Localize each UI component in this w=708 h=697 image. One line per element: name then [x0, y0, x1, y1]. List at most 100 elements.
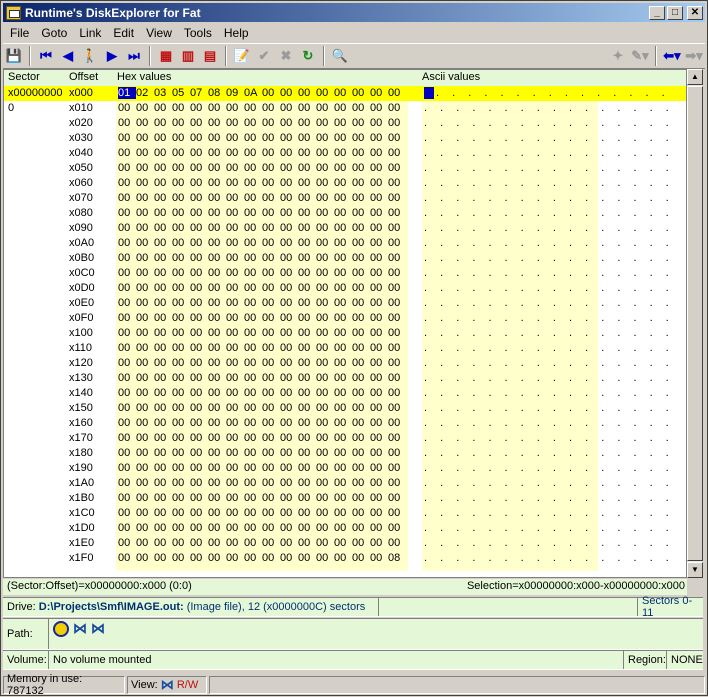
hex-byte[interactable]: 00 [154, 312, 172, 324]
hex-byte[interactable]: 00 [208, 387, 226, 399]
hex-byte[interactable]: 00 [208, 177, 226, 189]
ascii-values[interactable]: . . . . . . . . . . . . . . . . [424, 402, 674, 414]
ascii-values[interactable]: . . . . . . . . . . . . . . . . [424, 237, 674, 249]
hex-byte[interactable]: 00 [316, 522, 334, 534]
hex-byte[interactable]: 00 [208, 402, 226, 414]
hex-byte[interactable]: 00 [388, 312, 406, 324]
hex-byte[interactable]: 00 [298, 432, 316, 444]
hex-byte[interactable]: 00 [172, 402, 190, 414]
hex-byte[interactable]: 00 [316, 132, 334, 144]
hex-byte[interactable]: 00 [298, 552, 316, 564]
hex-byte[interactable]: 00 [154, 357, 172, 369]
hex-row[interactable]: x0A0 00 00 00 00 00 00 00 00 00 00 00 00 00 00 00 00. . … [4, 236, 686, 251]
hex-byte[interactable]: 00 [118, 372, 136, 384]
hex-byte[interactable]: 00 [316, 387, 334, 399]
hex-byte[interactable]: 00 [352, 402, 370, 414]
hex-byte[interactable]: 00 [154, 417, 172, 429]
ascii-values[interactable]: . . . . . . . . . . . . . . . . [424, 537, 674, 549]
hex-byte[interactable]: 00 [280, 327, 298, 339]
hex-byte[interactable]: 00 [154, 297, 172, 309]
ascii-values[interactable]: . . . . . . . . . . . . . . . . [424, 327, 674, 339]
hex-row[interactable]: x170 00 00 00 00 00 00 00 00 00 00 00 00 00 00 00 00. . … [4, 431, 686, 446]
hex-byte[interactable]: 00 [118, 507, 136, 519]
hex-byte[interactable]: 00 [352, 327, 370, 339]
hex-byte[interactable]: 00 [298, 537, 316, 549]
menu-help[interactable]: Help [219, 26, 254, 40]
hex-byte[interactable]: 00 [334, 252, 352, 264]
hex-byte[interactable]: 00 [154, 147, 172, 159]
menu-goto[interactable]: Goto [36, 26, 72, 40]
hex-byte[interactable]: 00 [370, 327, 388, 339]
hex-byte[interactable]: 00 [172, 132, 190, 144]
hex-byte[interactable]: 00 [280, 492, 298, 504]
ascii-values[interactable]: . . . . . . . . . . . . . . . . [424, 357, 674, 369]
hex-byte[interactable]: 00 [226, 147, 244, 159]
hex-byte[interactable]: 00 [280, 117, 298, 129]
hex-byte[interactable]: 00 [262, 162, 280, 174]
hex-byte[interactable]: 00 [370, 162, 388, 174]
hex-byte[interactable]: 00 [190, 447, 208, 459]
accept-icon[interactable]: ✔ [253, 45, 275, 67]
hex-byte[interactable]: 00 [298, 342, 316, 354]
hex-byte[interactable]: 00 [190, 372, 208, 384]
hex-byte[interactable]: 00 [316, 432, 334, 444]
hex-byte[interactable]: 00 [226, 537, 244, 549]
ascii-values[interactable]: . . . . . . . . . . . . . . . . [424, 387, 674, 399]
hex-byte[interactable]: 00 [370, 297, 388, 309]
hex-byte[interactable]: 00 [190, 342, 208, 354]
hex-byte[interactable]: 00 [118, 207, 136, 219]
hex-byte[interactable]: 00 [280, 282, 298, 294]
hex-byte[interactable]: 00 [136, 492, 154, 504]
hex-byte[interactable]: 00 [388, 147, 406, 159]
hex-byte[interactable]: 00 [388, 177, 406, 189]
hex-byte[interactable]: 00 [316, 417, 334, 429]
hex-byte[interactable]: 00 [352, 102, 370, 114]
hex-byte[interactable]: 00 [370, 432, 388, 444]
hex-byte[interactable]: 00 [388, 402, 406, 414]
hex-byte[interactable]: 00 [244, 522, 262, 534]
hex-byte[interactable]: 00 [154, 342, 172, 354]
hex-view[interactable]: Sector Offset Hex values Ascii values x0… [3, 69, 687, 578]
hex-byte[interactable]: 00 [370, 477, 388, 489]
link-node-icon[interactable]: ⋈ [91, 620, 105, 637]
hex-byte[interactable]: 00 [280, 222, 298, 234]
hex-byte[interactable]: 00 [334, 507, 352, 519]
hex-row[interactable]: x1E0 00 00 00 00 00 00 00 00 00 00 00 00 00 00 00 00. . … [4, 536, 686, 551]
hex-byte[interactable]: 00 [226, 282, 244, 294]
hex-byte[interactable]: 00 [208, 222, 226, 234]
hex-byte[interactable]: 00 [208, 357, 226, 369]
hex-byte[interactable]: 00 [334, 237, 352, 249]
hex-byte[interactable]: 00 [154, 237, 172, 249]
hex-byte[interactable]: 00 [244, 207, 262, 219]
hex-byte[interactable]: 00 [154, 432, 172, 444]
hex-byte[interactable]: 00 [136, 192, 154, 204]
hex-byte[interactable]: 00 [154, 492, 172, 504]
hex-byte[interactable]: 00 [154, 267, 172, 279]
hex-byte[interactable]: 00 [136, 477, 154, 489]
hex-byte[interactable]: 00 [226, 102, 244, 114]
hex-byte[interactable]: 00 [298, 387, 316, 399]
hex-byte[interactable]: 00 [208, 552, 226, 564]
hex-byte[interactable]: 00 [262, 357, 280, 369]
hex-byte[interactable]: 00 [190, 537, 208, 549]
hex-byte[interactable]: 00 [316, 327, 334, 339]
hex-byte[interactable]: 00 [262, 507, 280, 519]
hex-byte[interactable]: 00 [226, 117, 244, 129]
hex-byte[interactable]: 00 [262, 417, 280, 429]
hex-byte[interactable]: 00 [118, 357, 136, 369]
hex-byte[interactable]: 00 [262, 282, 280, 294]
hex-byte[interactable]: 00 [226, 162, 244, 174]
hex-byte[interactable]: 00 [370, 402, 388, 414]
hex-byte[interactable]: 09 [226, 87, 244, 99]
goto-icon[interactable]: 🚶 [79, 45, 101, 67]
cancel-icon[interactable]: ✖ [275, 45, 297, 67]
hex-byte[interactable]: 00 [190, 462, 208, 474]
hex-byte[interactable]: 00 [154, 222, 172, 234]
hex-byte[interactable]: 00 [136, 147, 154, 159]
hex-byte[interactable]: 00 [172, 417, 190, 429]
view-mode-icon[interactable]: ⋈ [161, 677, 174, 693]
hex-byte[interactable]: 00 [190, 252, 208, 264]
hex-byte[interactable]: 00 [226, 252, 244, 264]
ascii-values[interactable]: . . . . . . . . . . . . . . . . [424, 267, 674, 279]
hex-byte[interactable]: 00 [208, 162, 226, 174]
